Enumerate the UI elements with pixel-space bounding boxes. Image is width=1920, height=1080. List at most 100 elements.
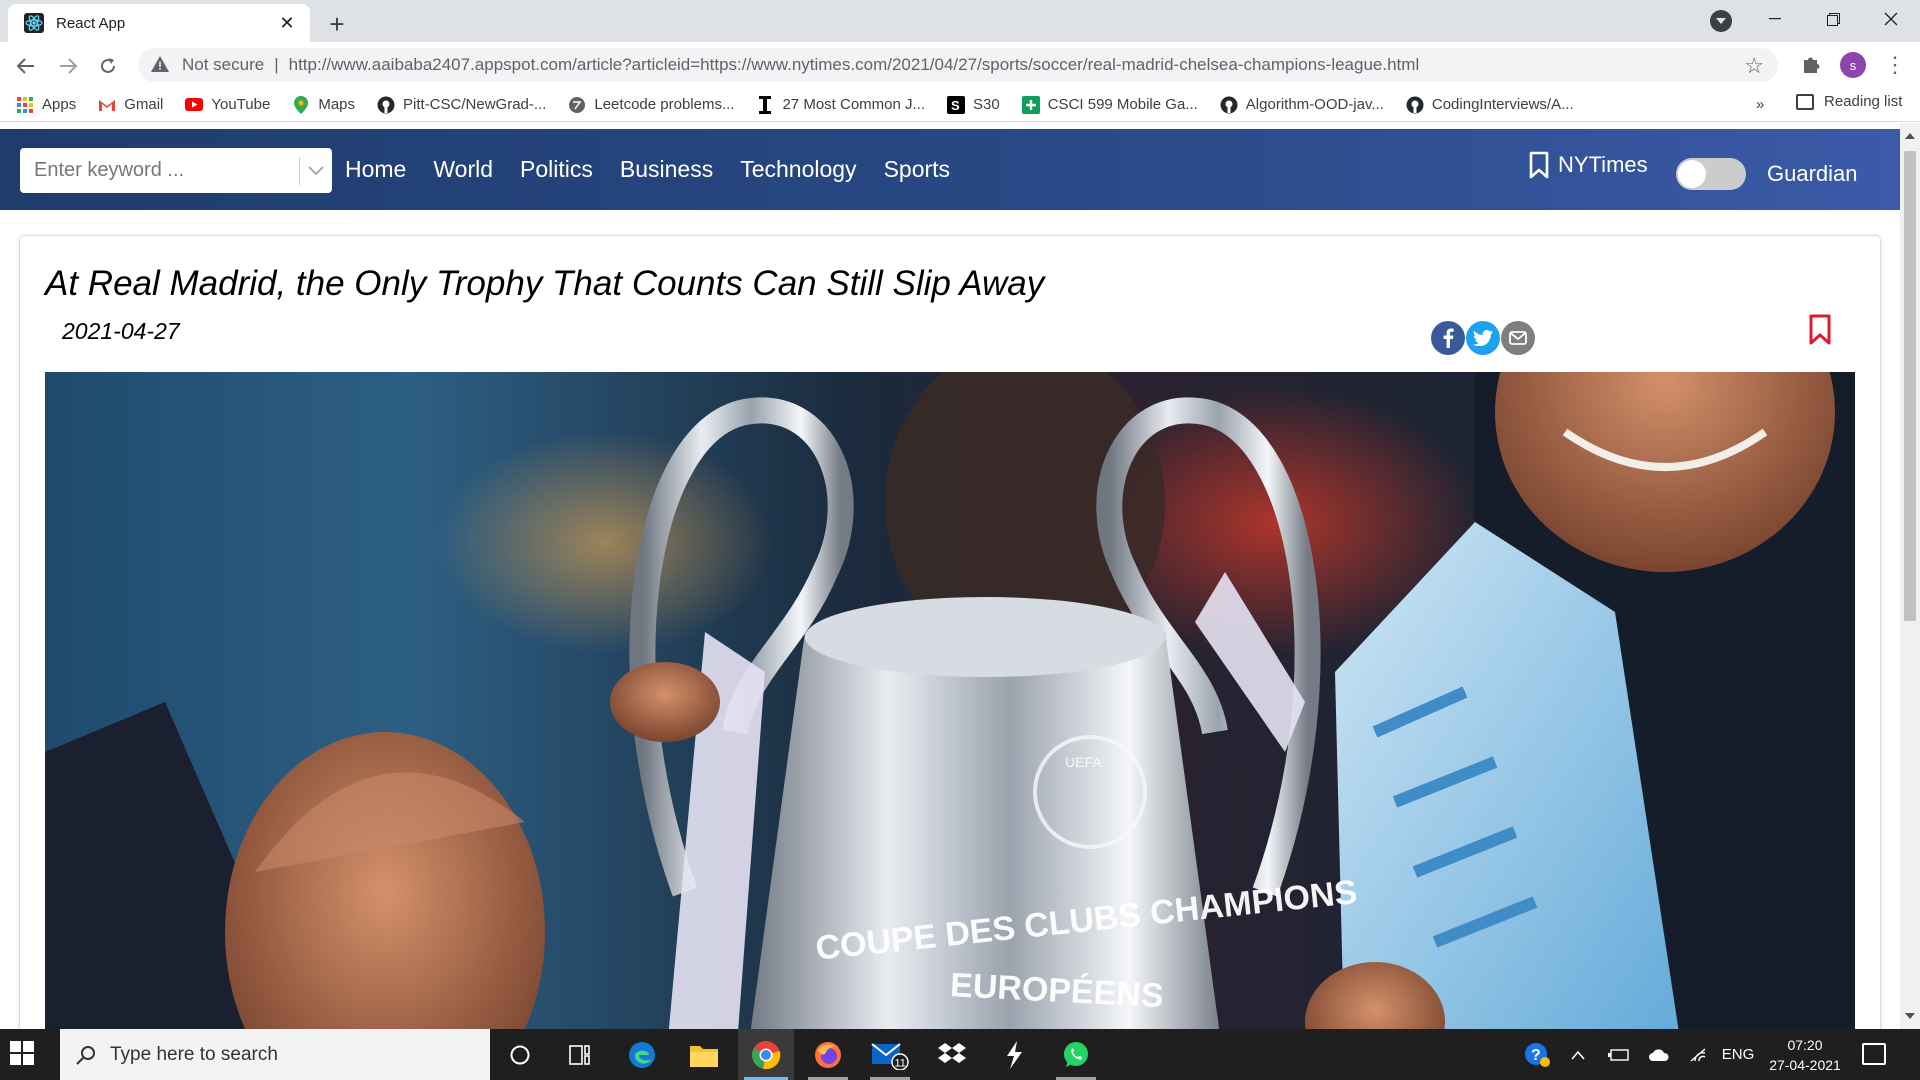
minimize-button[interactable] [1752,4,1798,34]
show-hidden-icons-icon[interactable] [1564,1029,1592,1080]
back-button[interactable] [10,50,42,82]
nav-politics[interactable]: Politics [520,156,593,183]
edge-icon[interactable] [614,1029,670,1080]
profile-avatar[interactable]: s [1840,52,1866,78]
bookmark-star-icon[interactable]: ☆ [1744,53,1764,79]
bookmarks-link[interactable]: NYTimes [1528,151,1648,179]
bookmark-label: S30 [973,96,1000,113]
scroll-down-icon[interactable] [1905,1013,1915,1019]
bookmark-youtube[interactable]: YouTube [185,96,270,114]
bookmark-csci-599[interactable]: CSCI 599 Mobile Ga... [1021,95,1198,114]
taskbar-search-box[interactable]: Type here to search [60,1029,490,1080]
tab-title: React App [56,14,126,32]
bookmark-label: Pitt-CSC/NewGrad-... [403,96,547,113]
bookmark-pitt-csc[interactable]: Pitt-CSC/NewGrad-... [377,96,546,114]
github-icon [1220,96,1238,114]
wifi-icon[interactable] [1684,1029,1714,1080]
champions-trophy-illustration: UEFA COUPE DES CLUBS CHAMPIONS EUROPÉENS [45,372,1855,1029]
input-language[interactable]: ENG [1716,1029,1760,1080]
restore-button[interactable] [1810,4,1856,34]
bolt-app-icon[interactable] [986,1029,1042,1080]
bookmark-label: 27 Most Common J... [782,96,926,113]
bookmark-outline-icon [1528,151,1550,179]
tab-strip: React App ✕ + [0,0,1920,42]
bookmark-maps[interactable]: Maps [292,95,356,114]
github-icon [377,96,395,114]
scroll-up-icon[interactable] [1905,133,1915,139]
page-scrollbar[interactable] [1900,123,1920,1029]
extensions-puzzle-icon[interactable] [1800,54,1824,78]
youtube-icon [185,96,204,114]
apps-grid-icon [16,96,34,114]
cursor-icon [756,95,774,114]
notification-center-icon[interactable] [1862,1043,1886,1065]
nav-business[interactable]: Business [620,156,713,183]
github-icon [1406,96,1424,114]
chrome-icon[interactable] [738,1029,794,1080]
url-text[interactable]: http://www.aaibaba2407.appspot.com/artic… [289,55,1420,75]
nav-world[interactable]: World [433,156,493,183]
battery-icon[interactable] [1604,1029,1634,1080]
twitter-share-icon[interactable] [1466,321,1500,355]
reading-list-label: Reading list [1824,93,1903,110]
windows-taskbar: Type here to search 11 ? ENG 07:20 27-04… [0,1029,1920,1080]
bookmark-leetcode[interactable]: Leetcode problems... [568,96,734,114]
cortana-icon[interactable] [492,1029,548,1080]
bookmark-27-common[interactable]: 27 Most Common J... [756,95,926,114]
browser-toolbar: Not secure | http://www.aaibaba2407.apps… [0,42,1920,88]
tab-search-button[interactable] [1710,10,1732,32]
bookmarks-overflow-button[interactable]: » [1756,96,1764,113]
article-headline: At Real Madrid, the Only Trophy That Cou… [45,264,1045,303]
new-tab-button[interactable]: + [322,9,352,39]
bookmark-label: Maps [318,96,356,113]
keyword-search-input[interactable] [20,148,299,193]
dropbox-icon[interactable] [924,1029,980,1080]
bookmark-gmail[interactable]: Gmail [98,96,163,114]
close-window-button[interactable] [1868,4,1914,34]
nav-home[interactable]: Home [345,156,406,183]
firefox-icon[interactable] [800,1029,856,1080]
bookmark-label: Leetcode problems... [594,96,735,113]
clock-date: 27-04-2021 [1769,1057,1841,1073]
reload-button[interactable] [92,50,124,82]
section-nav: Home World Politics Business Technology … [345,129,977,210]
security-label[interactable]: Not secure [182,55,264,75]
source-toggle[interactable] [1676,158,1746,190]
onedrive-cloud-icon[interactable] [1642,1029,1676,1080]
facebook-share-icon[interactable] [1431,321,1465,355]
bookmark-apps[interactable]: Apps [16,96,76,114]
bookmark-algorithm-ood[interactable]: Algorithm-OOD-jav... [1220,96,1384,114]
bookmark-article-icon[interactable] [1808,314,1832,346]
forward-button[interactable] [52,50,84,82]
bookmark-label: Apps [42,96,77,113]
task-view-icon[interactable] [552,1029,608,1080]
windows-start-icon[interactable] [10,1041,38,1069]
keyword-search-select[interactable] [20,148,332,193]
browser-tab[interactable]: React App ✕ [8,4,310,42]
email-share-icon[interactable] [1501,321,1535,355]
address-separator: | [274,55,279,74]
nav-technology[interactable]: Technology [740,156,856,183]
bookmark-label: Algorithm-OOD-jav... [1245,96,1384,113]
mail-icon[interactable]: 11 [862,1029,918,1080]
site-navbar: Home World Politics Business Technology … [0,129,1900,210]
svg-text:?: ? [1531,1047,1541,1064]
address-bar[interactable]: Not secure | http://www.aaibaba2407.apps… [138,48,1778,82]
mail-unread-badge: 11 [895,1057,906,1069]
whatsapp-icon[interactable] [1048,1029,1104,1080]
bookmark-s30[interactable]: S S30 [947,95,1000,114]
bookmark-coding-interviews[interactable]: CodingInterviews/A... [1406,96,1574,114]
reading-list-button[interactable]: Reading list [1796,93,1902,110]
taskbar-clock[interactable]: 07:20 27-04-2021 [1760,1035,1850,1075]
search-icon [76,1045,96,1065]
file-explorer-icon[interactable] [676,1029,732,1080]
help-tray-icon[interactable]: ? [1520,1029,1554,1080]
not-secure-warning-icon[interactable] [150,54,172,76]
scrollbar-thumb[interactable] [1904,151,1916,621]
nav-sports[interactable]: Sports [884,156,950,183]
tab-close-icon[interactable]: ✕ [276,12,298,34]
chevron-down-icon[interactable] [300,148,332,193]
bookmark-label: YouTube [211,96,271,113]
browser-menu-icon[interactable]: ⋮ [1884,52,1906,78]
source-left-label: NYTimes [1558,152,1648,177]
